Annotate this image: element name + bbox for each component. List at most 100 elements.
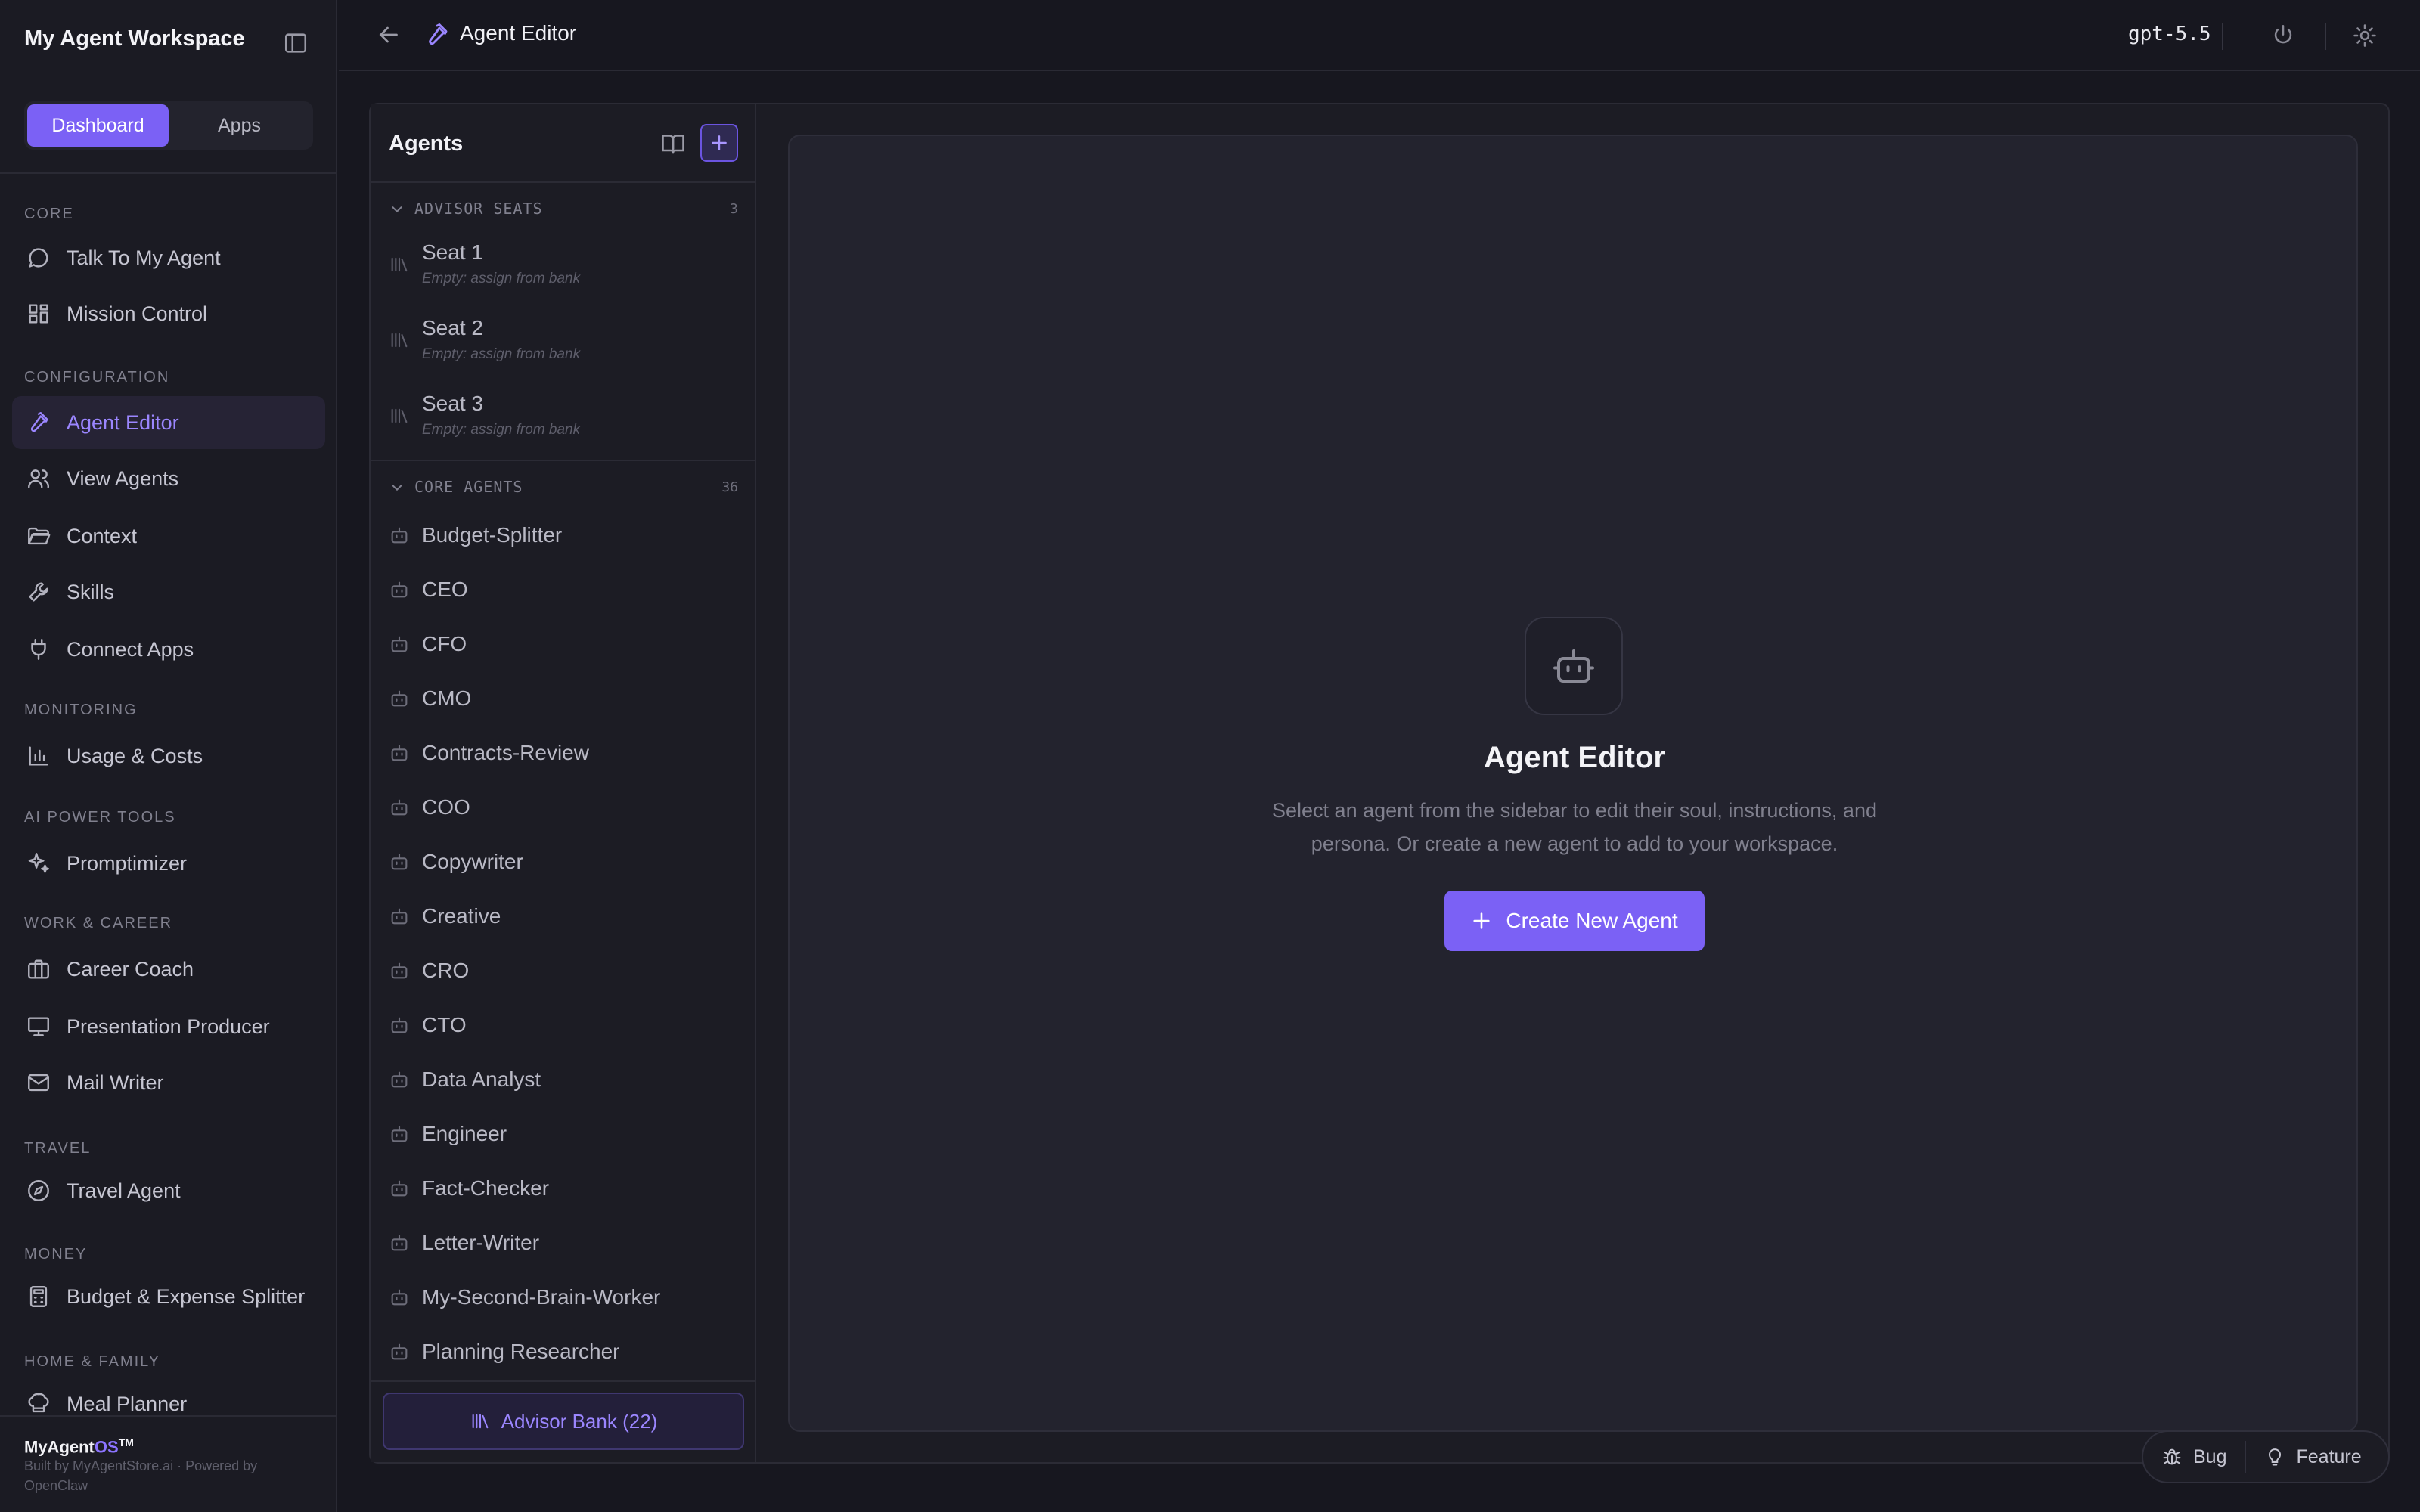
model-indicator[interactable]: gpt-5.5 <box>2128 23 2211 45</box>
agent-list-item[interactable]: Contracts-Review <box>371 726 755 780</box>
workspace-title: My Agent Workspace <box>24 26 245 51</box>
brand-logo: MyAgentOSTM <box>24 1436 134 1457</box>
chevron-down-icon <box>389 201 405 218</box>
bar-chart-icon <box>26 743 51 769</box>
request-feature-button[interactable]: Feature <box>2246 1432 2379 1482</box>
seat-name: Seat 3 <box>422 392 483 415</box>
robot-icon <box>389 1069 410 1090</box>
sidebar-footer-divider <box>0 1415 337 1417</box>
sidebar-item-label: Connect Apps <box>67 637 194 661</box>
library-icon <box>389 254 410 275</box>
plug-icon <box>26 637 51 662</box>
sidebar-item-label: Usage & Costs <box>67 744 203 767</box>
agent-list-item[interactable]: Copywriter <box>371 835 755 889</box>
group-divider <box>371 460 755 461</box>
agents-panel-title: Agents <box>389 132 464 156</box>
agent-list-item[interactable]: Planning Researcher <box>371 1325 755 1379</box>
users-icon <box>26 466 51 491</box>
mode-switch: Dashboard Apps <box>24 101 313 150</box>
agent-list-item[interactable]: COO <box>371 780 755 835</box>
agent-list-item[interactable]: CRO <box>371 943 755 998</box>
tab-dashboard[interactable]: Dashboard <box>27 104 169 147</box>
agent-name: Data Analyst <box>422 1067 541 1091</box>
chat-icon <box>26 245 51 271</box>
robot-icon <box>389 851 410 872</box>
tab-apps[interactable]: Apps <box>169 104 310 147</box>
robot-icon <box>389 742 410 764</box>
sidebar-item-label: Promptimizer <box>67 851 188 875</box>
sidebar-divider <box>0 172 337 174</box>
agent-list-item[interactable]: Letter-Writer <box>371 1216 755 1270</box>
robot-icon <box>389 906 410 927</box>
sidebar-item-label: Agent Editor <box>67 411 179 434</box>
agent-name: Engineer <box>422 1122 507 1145</box>
agent-list-item[interactable]: CMO <box>371 671 755 726</box>
library-icon <box>389 330 410 351</box>
sidebar-item-label: Travel Agent <box>67 1179 181 1202</box>
sidebar-toggle-icon[interactable] <box>283 30 309 56</box>
sidebar-item-context[interactable]: Context <box>12 510 325 562</box>
agent-list-item[interactable]: Fact-Checker <box>371 1161 755 1216</box>
library-icon <box>389 405 410 426</box>
group-count: 3 <box>730 201 738 217</box>
panel-footer-divider <box>371 1380 755 1382</box>
library-icon <box>472 1414 489 1429</box>
nav-section-core: CORE <box>24 206 74 222</box>
agent-list-item[interactable]: CFO <box>371 617 755 671</box>
agent-name: Copywriter <box>422 850 523 873</box>
sidebar-item-label: Meal Planner <box>67 1392 188 1415</box>
sidebar-item-label: Presentation Producer <box>67 1015 270 1038</box>
agent-list-item[interactable]: My-Second-Brain-Worker <box>371 1270 755 1325</box>
agent-list-item[interactable]: Data Analyst <box>371 1052 755 1107</box>
sun-icon[interactable] <box>2352 23 2378 48</box>
agent-list-item[interactable]: Creative <box>371 889 755 943</box>
robot-icon <box>389 1123 410 1145</box>
seat-item[interactable]: Seat 2 Empty: assign from bank <box>371 304 755 376</box>
sidebar-item-presentation-producer[interactable]: Presentation Producer <box>12 1000 325 1053</box>
bug-label: Bug <box>2193 1445 2227 1467</box>
robot-icon <box>389 797 410 818</box>
sidebar-item-career-coach[interactable]: Career Coach <box>12 943 325 996</box>
create-new-agent-button[interactable]: Create New Agent <box>1444 891 1705 951</box>
sidebar-item-connect-apps[interactable]: Connect Apps <box>12 623 325 676</box>
seat-item[interactable]: Seat 3 Empty: assign from bank <box>371 380 755 452</box>
sidebar-item-skills[interactable]: Skills <box>12 565 325 618</box>
advisor-bank-button[interactable]: Advisor Bank (22) <box>383 1393 744 1450</box>
advisor-seats-group-header[interactable]: ADVISOR SEATS 3 <box>371 194 755 224</box>
agent-name: Letter-Writer <box>422 1231 540 1254</box>
sidebar-item-label: Budget & Expense Splitter <box>67 1284 306 1308</box>
sidebar-item-mission-control[interactable]: Mission Control <box>12 287 325 340</box>
sidebar-item-usage-and-costs[interactable]: Usage & Costs <box>12 730 325 782</box>
sidebar-item-budget-and-expense-splitter[interactable]: Budget & Expense Splitter <box>12 1270 325 1323</box>
topbar-divider <box>2325 23 2326 50</box>
sidebar-item-label: Skills <box>67 580 115 603</box>
plus-icon <box>712 135 727 150</box>
agent-name: CRO <box>422 959 470 982</box>
hammer-icon <box>424 21 451 48</box>
agent-list-item[interactable]: Budget-Splitter <box>371 508 755 562</box>
sidebar-item-label: View Agents <box>67 466 179 490</box>
sidebar-item-mail-writer[interactable]: Mail Writer <box>12 1056 325 1109</box>
sidebar-item-promptimizer[interactable]: Promptimizer <box>12 837 325 890</box>
sidebar-item-label: Mission Control <box>67 302 208 325</box>
book-icon[interactable] <box>659 130 687 157</box>
add-agent-button[interactable] <box>700 124 738 162</box>
agent-list-item[interactable]: CTO <box>371 998 755 1052</box>
briefcase-icon <box>26 956 51 982</box>
back-arrow-icon[interactable] <box>375 21 402 48</box>
agent-list-item[interactable]: Engineer <box>371 1107 755 1161</box>
core-agents-group-header[interactable]: CORE AGENTS 36 <box>371 472 755 502</box>
group-label: CORE AGENTS <box>414 478 523 496</box>
sidebar-item-label: Talk To My Agent <box>67 246 221 269</box>
sidebar-item-view-agents[interactable]: View Agents <box>12 452 325 505</box>
sidebar-item-meal-planner[interactable]: Meal Planner <box>12 1377 325 1430</box>
seat-item[interactable]: Seat 1 Empty: assign from bank <box>371 228 755 301</box>
agent-list-item[interactable]: CEO <box>371 562 755 617</box>
report-bug-button[interactable]: Bug <box>2143 1432 2245 1482</box>
robot-icon <box>389 1178 410 1199</box>
sidebar-item-travel-agent[interactable]: Travel Agent <box>12 1164 325 1217</box>
power-icon[interactable] <box>2270 23 2296 48</box>
sidebar-item-agent-editor[interactable]: Agent Editor <box>12 396 325 449</box>
seat-name: Seat 1 <box>422 240 483 264</box>
sidebar-item-talk-to-my-agent[interactable]: Talk To My Agent <box>12 231 325 284</box>
